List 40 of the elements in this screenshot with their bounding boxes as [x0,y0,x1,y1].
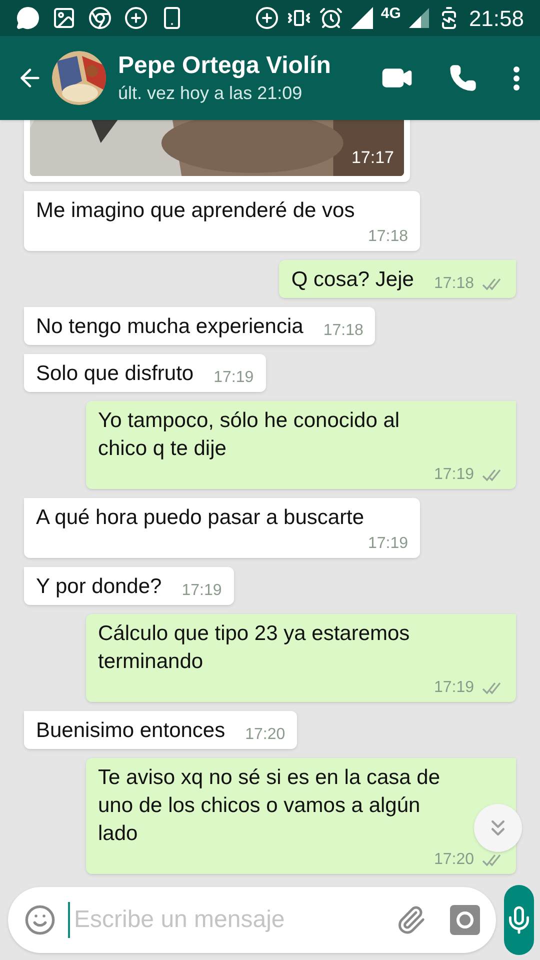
message-text: Buenisimo entonces [36,718,226,744]
message-text: Te aviso xq no sé si es en la casa de uno de los chicos o vamos a algún lado [98,765,442,847]
network-type: 4G [380,4,401,24]
message-time: 17:18 [323,321,364,341]
message-text: Me imagino que aprenderé de vos [36,198,355,224]
camera-icon[interactable] [450,905,480,935]
clock: 21:58 [468,4,524,32]
message-input[interactable]: Escribe un mensaje [8,887,496,953]
attach-icon[interactable] [396,905,426,935]
message-field[interactable]: Escribe un mensaje [68,902,384,938]
message-time: 17:19 [182,581,222,601]
phone-icon [449,64,477,92]
message-text: Y por donde? [36,574,162,600]
message-time: 17:20 [245,725,286,745]
image-icon [52,6,76,30]
menu-button[interactable] [513,66,520,90]
message-text: Yo tampoco, sólo he conocido al chico q te dije [98,408,401,462]
last-seen-status: últ. vez hoy a las 21:09 [118,82,304,105]
signal-icon [408,8,429,28]
message-time: 17:19 [434,465,474,485]
alarm-icon [318,6,343,30]
message-time: 17:18 [434,274,474,294]
microphone-button[interactable] [504,885,534,955]
message-text: No tengo mucha experiencia [36,314,304,340]
signal-icon [350,7,373,29]
message-text: Q cosa? Jeje [291,267,414,293]
photo-bubble[interactable]: 17:17 [24,120,410,182]
message-time: 17:20 [434,850,474,870]
more-options-icon [513,66,520,90]
message-time: 17:17 [351,146,394,168]
message-text: A qué hora puedo pasar a buscarte [36,505,364,531]
contact-name[interactable]: Pepe Ortega Violín [118,51,331,81]
emoji-icon[interactable] [24,904,56,936]
message-time: 17:19 [368,534,408,554]
message-time: 17:19 [214,368,254,388]
message-time: 17:19 [434,678,474,698]
message-time: 17:18 [368,227,408,247]
voice-call-button[interactable] [449,64,477,92]
message-text: Cálculo que tipo 23 ya estaremos terminando [98,621,411,675]
message-text: Solo que disfruto [36,361,194,387]
